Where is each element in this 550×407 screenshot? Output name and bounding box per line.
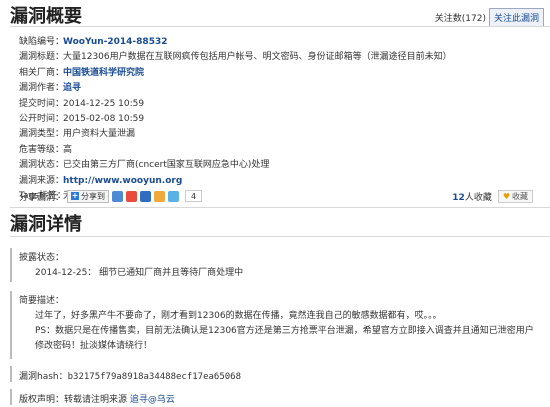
info-row: 漏洞作者： 追寻 <box>19 81 539 96</box>
info-value: WooYun-2014-88532 <box>63 35 167 50</box>
share-button[interactable]: + 分享到 <box>67 189 109 203</box>
info-value: 2014-12-25 10:59 <box>63 98 145 109</box>
info-row: 相关厂商： 中国铁道科学研究院 <box>19 66 539 81</box>
copyright-link[interactable]: 追寻@乌云 <box>130 395 175 405</box>
section-bar <box>10 389 12 405</box>
follow-area: 关注数(172) 关注此漏洞 <box>435 8 544 27</box>
follow-count: 关注数(172) <box>434 14 486 24</box>
tencent-weibo-icon[interactable] <box>154 190 165 202</box>
hash-line: 漏洞hash：b32175f79a8918a34488ecf17ea65068 <box>19 369 241 382</box>
info-label: 相关厂商： <box>19 67 65 78</box>
info-label: 漏洞状态： <box>19 160 65 171</box>
share-button-label: 分享到 <box>81 191 105 201</box>
info-label: 漏洞作者： <box>19 83 65 94</box>
collect-button[interactable]: ♥ 收藏 <box>497 189 533 203</box>
hash-value: b32175f79a8918a34488ecf17ea65068 <box>67 372 242 382</box>
disclosure-label: 披露状态： <box>19 253 65 263</box>
info-link[interactable]: 追寻 <box>63 83 81 93</box>
collect-button-label: 收藏 <box>512 191 528 201</box>
info-label: 公开时间： <box>19 113 65 124</box>
info-row: 危害等级：高 <box>19 143 539 158</box>
section-bar <box>10 248 12 282</box>
copyright-line: 版权声明：转载请注明来源 追寻@乌云 <box>19 392 175 405</box>
share-label: 分享漏洞： <box>19 192 65 203</box>
info-value: 高 <box>63 144 73 155</box>
collect-unit: 人收藏 <box>464 192 492 203</box>
info-value: 中国铁道科学研究院 <box>63 66 144 81</box>
plus-icon: + <box>71 191 79 200</box>
overview-title: 漏洞概要 <box>10 6 82 27</box>
tencent-friend-icon[interactable] <box>168 190 179 202</box>
info-row: 漏洞来源： http://www.wooyun.org <box>19 174 539 189</box>
qzone-icon[interactable] <box>112 190 123 202</box>
copyright-text: 转载请注明来源 <box>64 395 128 405</box>
divider <box>10 207 550 208</box>
divider <box>10 236 550 237</box>
copyright-label: 版权声明： <box>19 395 65 405</box>
info-label: 缺陷编号： <box>19 37 65 47</box>
info-link[interactable]: http://www.wooyun.org <box>63 176 182 186</box>
info-link[interactable]: WooYun-2014-88532 <box>63 37 167 47</box>
divider <box>10 26 550 27</box>
info-row: 公开时间： 2015-02-08 10:59 <box>19 112 539 127</box>
renren-icon[interactable] <box>140 190 151 202</box>
info-link[interactable]: 中国铁道科学研究院 <box>63 68 144 78</box>
info-label: 漏洞类型： <box>19 129 65 140</box>
share-row: 分享漏洞： + 分享到 4 12人收藏 ♥ 收藏 <box>19 188 539 204</box>
weibo-icon[interactable] <box>126 190 137 202</box>
info-row: 漏洞标题： 大量12306用户数据在互联网疯传包括用户帐号、明文密码、身份证邮箱等… <box>19 50 539 65</box>
section-bar <box>10 291 12 359</box>
info-list: 缺陷编号： WooYun-2014-88532 漏洞标题： 大量12306用户数据在互… <box>19 35 539 204</box>
info-label: 提交时间： <box>19 98 65 109</box>
share-count: 4 <box>185 190 203 202</box>
section-bar <box>10 366 12 382</box>
info-value: 用户资料大量泄漏 <box>63 129 136 140</box>
info-label: 漏洞来源： <box>19 175 65 186</box>
info-value: 已交由第三方厂商(cncert国家互联网应急中心)处理 <box>63 160 270 171</box>
summary-paragraph-1: 过年了，好多黑产牛不要命了，刚才看到12306的数据在传播，竟然连我自己的敏感数… <box>35 311 442 321</box>
collect-count: 12 <box>452 192 465 203</box>
info-label: 漏洞标题： <box>19 52 65 63</box>
info-row: 漏洞状态： 已交由第三方厂商(cncert国家互联网应急中心)处理 <box>19 158 539 173</box>
heart-icon: ♥ <box>502 191 510 201</box>
summary-paragraph-2: PS：数据只是在传播售卖，目前无法确认是12306官方还是第三方抢票平台泄漏，希… <box>35 326 534 351</box>
summary-label: 简要描述： <box>19 296 65 306</box>
hash-label: 漏洞hash： <box>19 372 68 382</box>
info-row: 漏洞类型： 用户资料大量泄漏 <box>19 127 539 142</box>
collect-area: 12人收藏 ♥ 收藏 <box>452 189 533 203</box>
info-value: http://www.wooyun.org <box>63 174 182 189</box>
info-label: 危害等级： <box>19 144 65 155</box>
info-row: 缺陷编号： WooYun-2014-88532 <box>19 35 539 50</box>
info-value: 2015-02-08 10:59 <box>63 113 145 124</box>
details-title: 漏洞详情 <box>10 214 82 235</box>
info-value: 大量12306用户数据在互联网疯传包括用户帐号、明文密码、身份证邮箱等（泄漏途径… <box>63 52 452 63</box>
disclosure-text: 2014-12-25： 细节已通知厂商并且等待厂商处理中 <box>35 268 244 278</box>
follow-button[interactable]: 关注此漏洞 <box>488 8 544 27</box>
info-value: 追寻 <box>63 81 81 96</box>
info-row: 提交时间： 2014-12-25 10:59 <box>19 97 539 112</box>
